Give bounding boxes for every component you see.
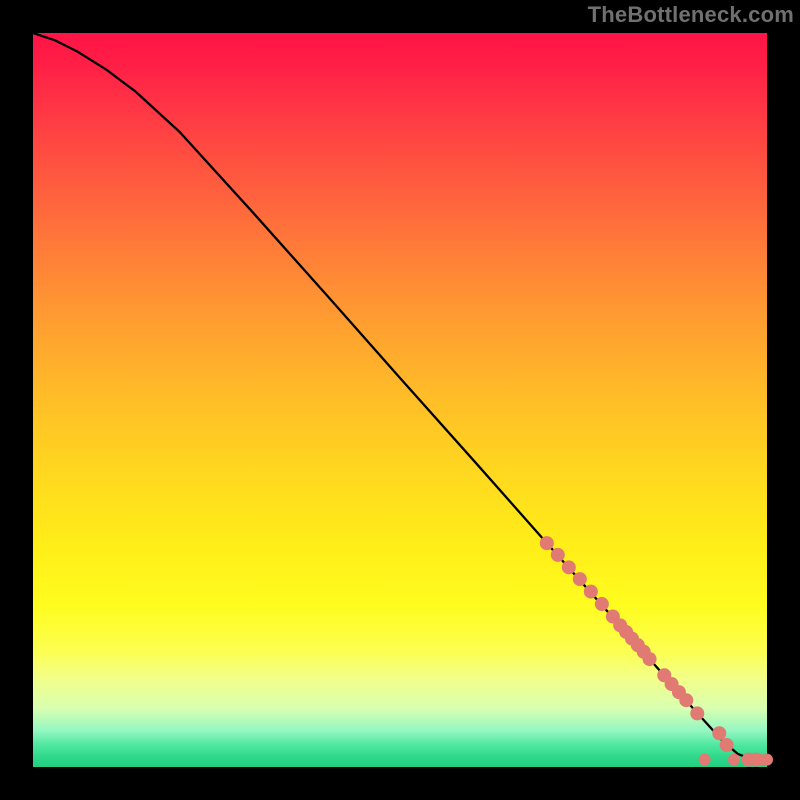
data-point bbox=[643, 652, 657, 666]
chart-frame: TheBottleneck.com bbox=[0, 0, 800, 800]
highlight-dots-group bbox=[540, 536, 773, 767]
plot-svg bbox=[33, 33, 767, 767]
data-point bbox=[761, 754, 773, 766]
data-point bbox=[699, 754, 711, 766]
data-point bbox=[573, 572, 587, 586]
data-point bbox=[595, 597, 609, 611]
data-point bbox=[728, 754, 740, 766]
data-point bbox=[584, 585, 598, 599]
data-point bbox=[720, 738, 734, 752]
plot-area bbox=[33, 33, 767, 767]
curve-line bbox=[33, 33, 767, 760]
data-point bbox=[679, 693, 693, 707]
data-point bbox=[551, 548, 565, 562]
data-point bbox=[540, 536, 554, 550]
data-point bbox=[690, 706, 704, 720]
data-point bbox=[562, 560, 576, 574]
watermark-text: TheBottleneck.com bbox=[588, 2, 794, 28]
data-point bbox=[712, 726, 726, 740]
